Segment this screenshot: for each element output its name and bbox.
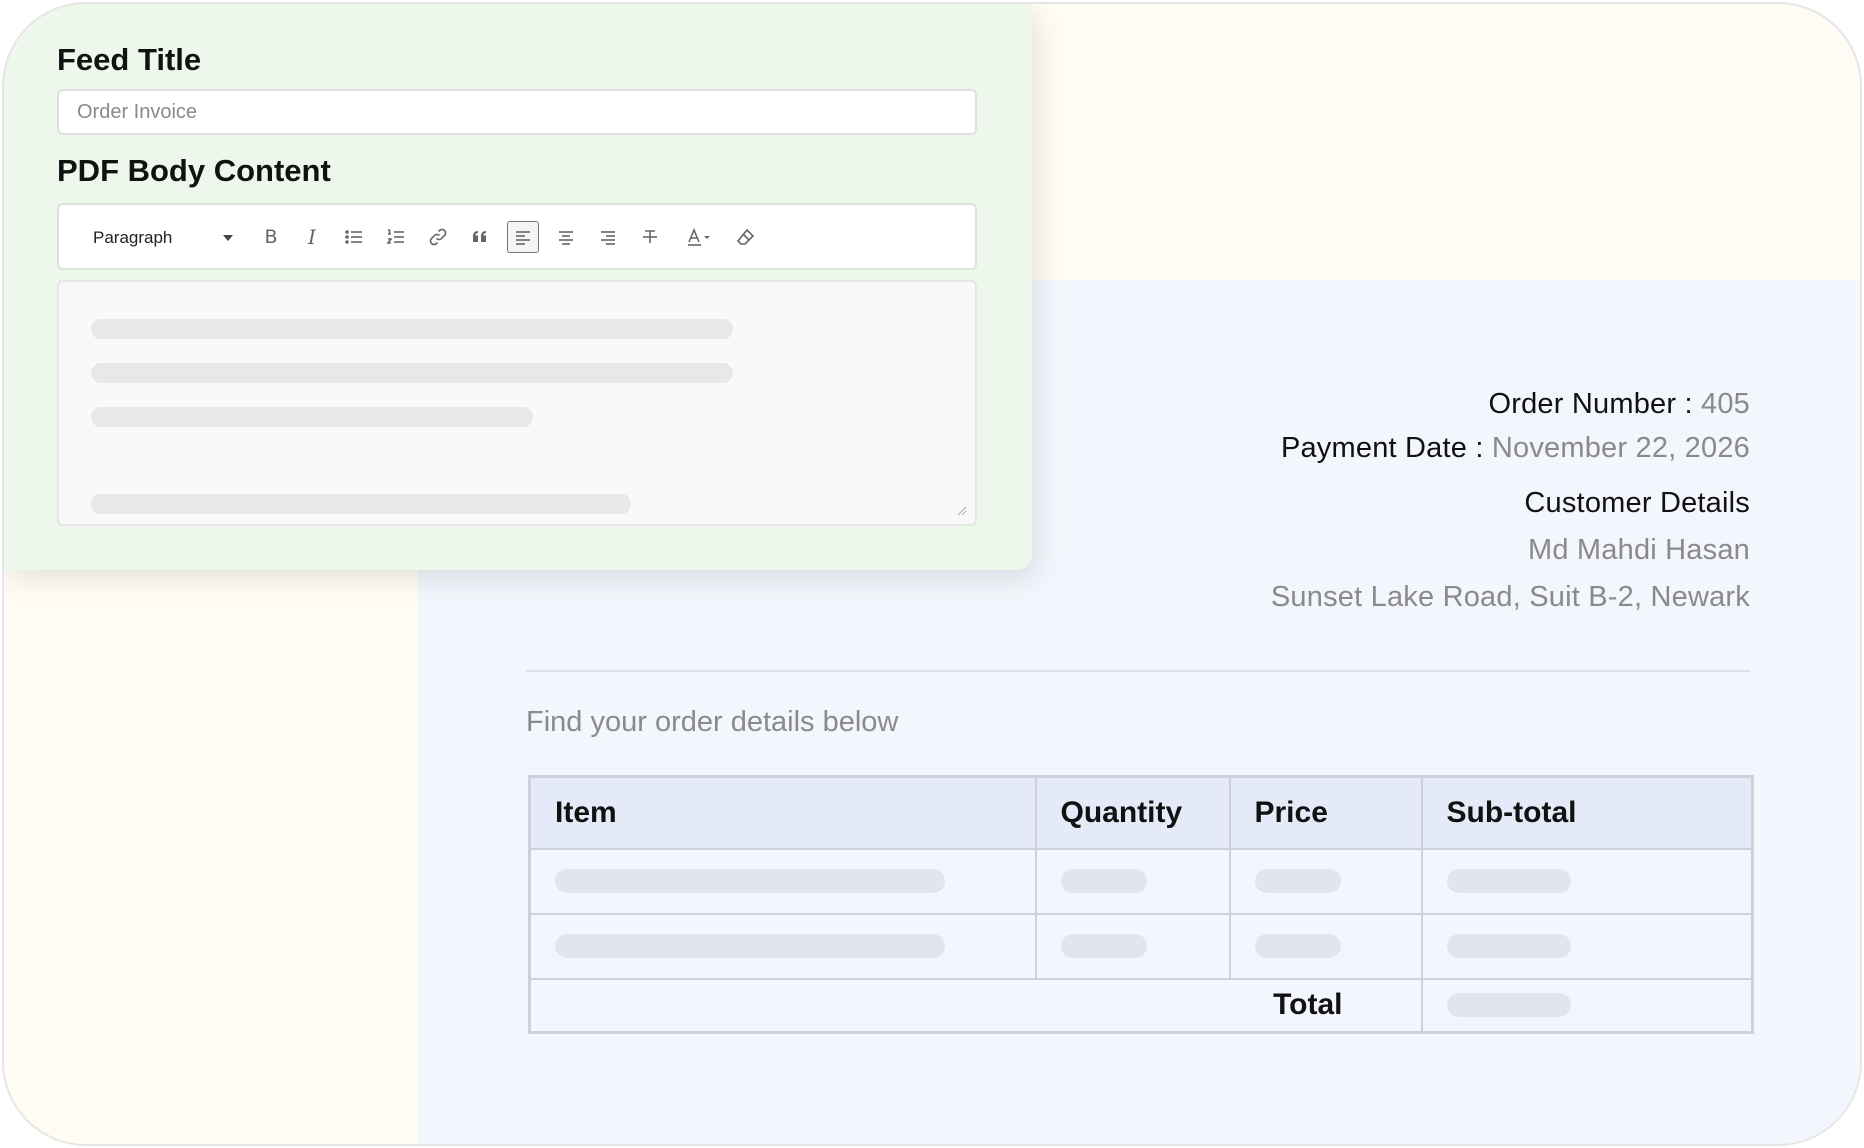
total-row: Total: [528, 977, 1754, 1034]
header-quantity: Quantity: [1034, 775, 1231, 850]
order-number-value: 405: [1701, 388, 1750, 420]
text-placeholder: [91, 407, 533, 427]
payment-date-label: Payment Date :: [1280, 432, 1484, 464]
cell-price: [1228, 912, 1423, 980]
customer-name: Md Mahdi Hasan: [1527, 534, 1750, 566]
header-item: Item: [528, 775, 1037, 850]
cell-quantity: [1034, 847, 1231, 915]
table-row: [528, 847, 1754, 915]
text-placeholder: [91, 363, 733, 383]
order-number-label: Order Number :: [1488, 388, 1693, 420]
payment-date-value: November 22, 2026: [1491, 432, 1750, 464]
price-placeholder: [1254, 869, 1341, 893]
cell-subtotal: [1420, 912, 1754, 980]
cell-total: [1420, 977, 1754, 1034]
item-placeholder: [555, 934, 945, 958]
italic-icon[interactable]: I: [296, 221, 328, 253]
subtotal-placeholder: [1446, 869, 1571, 893]
cell-item: [528, 912, 1037, 980]
cell-item: [528, 847, 1037, 915]
order-number: Order Number : 405: [1488, 388, 1750, 421]
strikethrough-icon[interactable]: [634, 221, 666, 253]
price-placeholder: [1254, 934, 1341, 958]
bold-icon[interactable]: B: [255, 221, 287, 253]
total-placeholder: [1446, 993, 1571, 1018]
format-dropdown[interactable]: Paragraph: [93, 225, 233, 251]
quote-icon[interactable]: [464, 221, 496, 253]
pdf-body-label: PDF Body Content: [57, 153, 331, 188]
intro-text: Find your order details below: [526, 706, 899, 738]
eraser-icon[interactable]: [730, 221, 762, 253]
divider: [526, 670, 1750, 672]
bulleted-list-icon[interactable]: [338, 221, 370, 253]
cell-subtotal: [1420, 847, 1754, 915]
format-dropdown-value: Paragraph: [93, 228, 173, 247]
customer-address: Sunset Lake Road, Suit B-2, Newark: [1270, 581, 1750, 613]
text-placeholder: [91, 319, 733, 339]
quantity-placeholder: [1060, 934, 1147, 958]
chevron-down-icon: [223, 235, 233, 241]
cell-price: [1228, 847, 1423, 915]
editor-toolbar: Paragraph B I: [57, 203, 977, 270]
feed-title-label: Feed Title: [57, 42, 202, 77]
total-label: Total: [528, 977, 1423, 1034]
item-placeholder: [555, 869, 945, 893]
order-table: Item Quantity Price Sub-total Total: [528, 775, 1754, 1034]
table-row: [528, 912, 1754, 980]
cell-quantity: [1034, 912, 1231, 980]
font-color-icon[interactable]: [679, 221, 719, 253]
editor-card: Feed Title PDF Body Content Paragraph B …: [4, 4, 1032, 570]
subtotal-placeholder: [1446, 934, 1571, 958]
header-price: Price: [1228, 775, 1423, 850]
canvas-frame: Order Number : 405 Payment Date : Novemb…: [2, 2, 1862, 1146]
quantity-placeholder: [1060, 869, 1147, 893]
payment-date: Payment Date : November 22, 2026: [1281, 432, 1750, 465]
customer-details-heading: Customer Details: [1524, 487, 1750, 519]
resize-handle-icon[interactable]: [957, 506, 967, 516]
align-center-icon[interactable]: [550, 221, 582, 253]
feed-title-input[interactable]: [57, 89, 977, 135]
numbered-list-icon[interactable]: [380, 221, 412, 253]
align-left-icon[interactable]: [507, 221, 539, 253]
text-placeholder: [91, 494, 631, 514]
pdf-body-editor[interactable]: [57, 280, 977, 526]
link-icon[interactable]: [422, 221, 454, 253]
header-subtotal: Sub-total: [1420, 775, 1754, 850]
align-right-icon[interactable]: [592, 221, 624, 253]
table-header-row: Item Quantity Price Sub-total: [528, 775, 1754, 850]
